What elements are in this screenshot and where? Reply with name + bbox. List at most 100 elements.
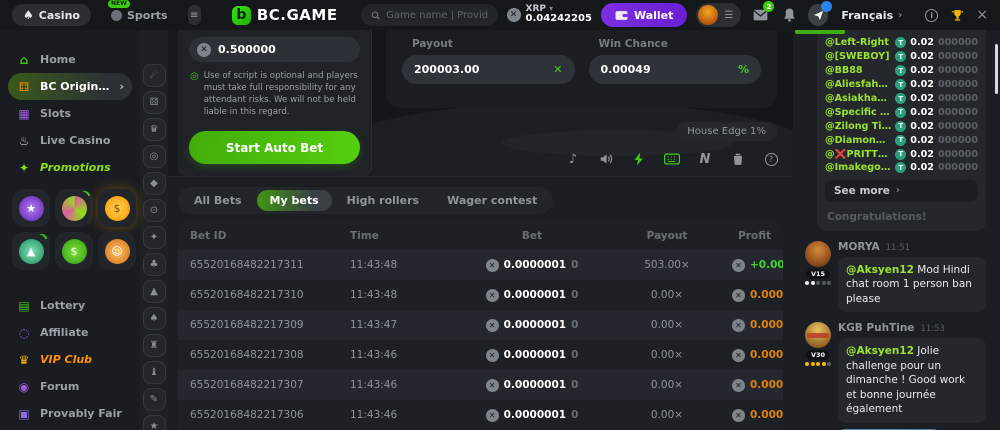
sidebar-item-promotions[interactable]: ✦Promotions <box>8 154 132 181</box>
sidebar-item-slots[interactable]: ▦Slots <box>8 100 132 127</box>
originals-game-shortcut-icon[interactable]: ◎ <box>143 145 166 168</box>
originals-game-shortcut-icon[interactable]: ♛ <box>143 118 166 141</box>
turbo-bet-icon[interactable] <box>631 151 647 167</box>
search-icon <box>371 10 381 21</box>
table-row[interactable]: 6552016848221731011:43:48✕0.000000100.00… <box>178 280 783 310</box>
sidebar-item-home[interactable]: ⌂Home <box>8 46 132 73</box>
bet-amount-cell: ✕0.00000010 <box>486 259 579 272</box>
originals-game-shortcut-icon[interactable]: ♜ <box>143 334 166 357</box>
chat-info-button[interactable]: i <box>925 9 938 22</box>
win-chance-input[interactable]: 0.00049 % <box>589 55 762 84</box>
live-stats-icon[interactable]: N <box>697 151 713 167</box>
game-search[interactable] <box>361 4 498 26</box>
avatar[interactable] <box>805 241 831 267</box>
sidebar-item-label: Home <box>40 53 124 66</box>
originals-game-shortcut-icon[interactable]: ☄ <box>143 64 166 87</box>
tab-wager-contest[interactable]: Wager contest <box>434 190 550 211</box>
search-input[interactable] <box>386 10 487 21</box>
chat-toggle-button[interactable] <box>808 5 828 25</box>
help-icon[interactable]: ? <box>763 151 779 167</box>
winner-username[interactable]: @Specific Cowden <box>825 107 891 118</box>
winner-row: @BB88T0.02000000 <box>825 64 978 78</box>
winner-username[interactable]: @Zilong Tik Tok <box>825 121 891 132</box>
forum-icon: ◉ <box>16 380 32 394</box>
sidebar-item-live-casino[interactable]: ♨Live Casino <box>8 127 132 154</box>
start-auto-bet-button[interactable]: Start Auto Bet <box>189 131 360 164</box>
bet-id-cell: 65520168482217308 <box>190 349 350 361</box>
chat-username[interactable]: MORYA <box>838 241 880 253</box>
winner-username[interactable]: @[SWEBOY] <box>825 51 891 62</box>
tab-high-rollers[interactable]: High rollers <box>334 190 432 211</box>
clear-seeds-icon[interactable] <box>730 151 746 167</box>
promo-lucky-spin-icon[interactable]: ★ <box>12 189 50 227</box>
sidebar-item-forum[interactable]: ◉Forum <box>8 373 132 400</box>
bc-originals-icon: ⚃ <box>16 80 32 94</box>
sidebar-item-vip-club[interactable]: ♛VIP Club <box>8 346 132 373</box>
language-selector[interactable]: Français › <box>841 9 902 22</box>
music-toggle-icon[interactable]: ♪ <box>565 151 581 167</box>
winner-username[interactable]: @Imakegob00m... <box>825 162 891 173</box>
originals-game-shortcut-icon[interactable]: ▲ <box>143 280 166 303</box>
mention-link[interactable]: @Aksyen12 <box>846 264 914 276</box>
table-header: Bet IDTimeBetPayoutProfit <box>178 222 783 250</box>
wallet-button[interactable]: Wallet <box>601 3 687 27</box>
originals-game-shortcut-icon[interactable]: ✦ <box>143 226 166 249</box>
profile-menu[interactable]: ☰ <box>696 3 741 27</box>
chat-rules-button[interactable] <box>947 5 967 25</box>
originals-game-shortcut-icon[interactable]: ★ <box>143 415 166 430</box>
originals-game-shortcut-icon[interactable]: ♠ <box>143 307 166 330</box>
notifications-button[interactable] <box>779 5 799 25</box>
menu-button[interactable]: ≡ <box>188 5 201 25</box>
mention-link[interactable]: @Aksyen12 <box>846 345 914 357</box>
promo-rocket-icon[interactable]: ▲ <box>12 232 50 270</box>
promo-wheel-icon[interactable] <box>55 189 93 227</box>
originals-game-shortcut-icon[interactable]: ♣ <box>143 253 166 276</box>
promo-piggy-bank-icon[interactable]: $ <box>98 189 136 227</box>
bet-amount-cell: ✕0.00000010 <box>486 319 579 332</box>
casino-toggle[interactable]: ♠ Casino <box>12 4 91 26</box>
payout-input[interactable]: 200003.00 ✕ <box>402 55 575 84</box>
bet-trailing-zeros: 0 <box>571 349 578 361</box>
promo-bonus-tag-icon[interactable]: $ <box>55 232 93 270</box>
close-chat-icon[interactable]: × <box>976 7 988 23</box>
table-row[interactable]: 6552016848221730811:43:46✕0.000000100.00… <box>178 340 783 370</box>
sidebar-item-affiliate[interactable]: ◌Affiliate <box>8 319 132 346</box>
sidebar-item-label: Live Casino <box>40 134 124 147</box>
table-row[interactable]: 6552016848221730911:43:47✕0.000000100.00… <box>178 310 783 340</box>
avatar[interactable] <box>805 322 831 348</box>
sound-toggle-icon[interactable] <box>598 151 614 167</box>
tab-my-bets[interactable]: My bets <box>257 190 332 211</box>
winner-username[interactable]: @Asiakhatun <box>825 93 891 104</box>
messages-button[interactable]: 2 <box>750 5 770 25</box>
user-avatar <box>698 5 718 25</box>
winner-username[interactable]: @BB88 <box>825 65 891 76</box>
table-row[interactable]: 6552016848221730711:43:46✕0.000000100.00… <box>178 370 783 400</box>
originals-game-shortcut-icon[interactable]: ◆ <box>143 172 166 195</box>
winner-username[interactable]: @❌PRITTYS233❌ <box>825 149 891 160</box>
originals-game-shortcut-icon[interactable]: ♝ <box>143 361 166 384</box>
originals-game-shortcut-icon[interactable]: ⊙ <box>143 199 166 222</box>
sidebar-item-lottery[interactable]: ▤Lottery <box>8 292 132 319</box>
table-row[interactable]: 6552016848221730611:43:46✕0.000000100.00… <box>178 400 783 430</box>
table-row[interactable]: 6552016848221731111:43:48✕0.00000010503.… <box>178 250 783 280</box>
time-cell: 11:43:46 <box>350 349 462 361</box>
winner-username[interactable]: @Left-Right <box>825 37 891 48</box>
originals-game-shortcut-icon[interactable]: ✎ <box>143 388 166 411</box>
bet-id-cell: 65520168482217310 <box>190 289 350 301</box>
hotkeys-icon[interactable] <box>664 151 680 167</box>
see-more-button[interactable]: See more › <box>825 180 978 202</box>
winner-username[interactable]: @Aliesfahan1363 <box>825 79 891 90</box>
originals-game-shortcut-icon[interactable]: ⚄ <box>143 91 166 114</box>
sidebar-item-bc-originals[interactable]: ⚃BC Originals› <box>8 73 132 100</box>
promo-vip-member-icon[interactable]: ☺ <box>98 232 136 270</box>
bet-trailing-zeros: 0 <box>571 319 578 331</box>
chat-username[interactable]: KGB PuhTine <box>838 322 914 334</box>
bcgame-logo[interactable]: b BC.GAME <box>232 6 338 25</box>
chat-scrollbar[interactable] <box>995 44 998 94</box>
currency-selector[interactable]: ✕ XRP ▾ 0.04242205 <box>507 5 592 25</box>
tab-all-bets[interactable]: All Bets <box>181 190 255 211</box>
sidebar-item-provably-fair[interactable]: ▣Provably Fair <box>8 400 132 427</box>
winner-username[interactable]: @Diamond💎Hu... <box>825 135 891 146</box>
bet-amount-input[interactable]: ✕ 0.500000 <box>189 37 360 62</box>
sports-toggle[interactable]: NEW Sports <box>100 4 179 26</box>
